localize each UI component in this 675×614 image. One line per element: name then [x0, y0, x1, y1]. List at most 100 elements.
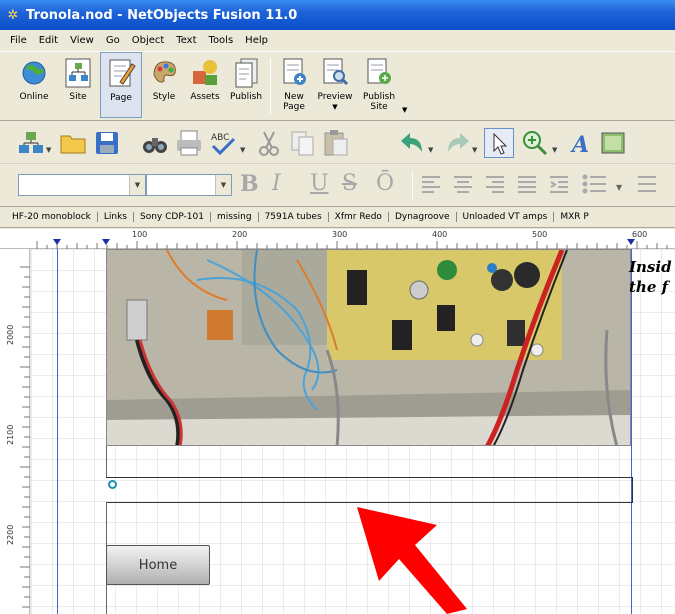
page-tab[interactable]: Links [98, 212, 134, 222]
menu-go[interactable]: Go [100, 33, 126, 48]
side-text-block[interactable]: Insid the f [629, 257, 672, 297]
menu-view[interactable]: View [64, 33, 100, 48]
ruler-label: 2000 [6, 324, 15, 345]
underline-button[interactable]: U [310, 171, 329, 196]
spellcheck-icon[interactable]: ABC [208, 128, 238, 158]
new-page-icon [279, 55, 309, 89]
strikethrough-button[interactable]: S [342, 171, 357, 196]
site-structure-icon [63, 55, 93, 89]
anchor-handle-icon[interactable] [108, 480, 117, 489]
menu-file[interactable]: File [4, 33, 33, 48]
menu-object[interactable]: Object [126, 33, 171, 48]
picture-tool-icon[interactable] [598, 128, 628, 158]
menu-tools[interactable]: Tools [203, 33, 240, 48]
format-separator [412, 171, 413, 199]
vertical-ruler-ticks [20, 266, 30, 608]
page-tab[interactable]: Dynagroove [389, 212, 457, 222]
paste-clipboard-icon[interactable] [320, 128, 350, 158]
bullet-list-icon [582, 174, 606, 194]
save-disk-icon[interactable] [92, 128, 122, 158]
bold-button[interactable]: B [240, 171, 259, 197]
page-tab[interactable]: MXR P [554, 212, 594, 222]
zoom-dropdown-arrow-icon[interactable]: ▼ [552, 146, 557, 154]
page-button[interactable]: Page [100, 52, 142, 118]
circuit-board-photo[interactable] [106, 249, 631, 446]
undo-dropdown-arrow-icon[interactable]: ▼ [428, 146, 433, 154]
horizontal-ruler[interactable]: 100 200 300 400 500 600 [0, 229, 675, 249]
new-page-label: New Page [283, 92, 305, 112]
toolbar-separator [270, 58, 271, 114]
text-tool-icon[interactable]: A [566, 128, 596, 158]
preview-magnifier-icon [320, 55, 350, 89]
menu-edit[interactable]: Edit [33, 33, 64, 48]
publish-button[interactable]: Publish [226, 52, 266, 118]
toolbar-overflow-arrow-icon[interactable]: ▼ [402, 106, 407, 114]
online-button[interactable]: Online [16, 52, 52, 118]
standard-toolbar: ▼ ABC ▼ ▼ ▼ ▼ A [0, 122, 675, 164]
open-folder-icon[interactable] [58, 128, 88, 158]
spellcheck-dropdown-arrow-icon[interactable]: ▼ [240, 146, 245, 154]
circuit-board-image [107, 250, 630, 445]
redo-dropdown-arrow-icon[interactable]: ▼ [472, 146, 477, 154]
align-right-icon [486, 176, 504, 193]
undo-arrow-icon[interactable] [398, 128, 428, 158]
find-binoculars-icon[interactable] [140, 128, 170, 158]
menu-help[interactable]: Help [239, 33, 274, 48]
page-layout-canvas[interactable]: Insid the f Home [31, 249, 675, 614]
new-dropdown-arrow-icon[interactable]: ▼ [46, 146, 51, 154]
style-combo[interactable]: ▼ [18, 174, 146, 196]
cut-scissors-icon[interactable] [254, 128, 284, 158]
preview-button[interactable]: Preview ▼ [314, 52, 356, 118]
online-label: Online [19, 92, 49, 102]
paragraph-align-icons[interactable]: ▼ [420, 174, 670, 196]
ruler-label: 500 [532, 230, 548, 239]
publish-site-button[interactable]: Publish Site [358, 52, 400, 118]
publish-site-label: Publish Site [362, 92, 396, 112]
style-combo-arrow-icon[interactable]: ▼ [129, 175, 145, 195]
print-icon[interactable] [174, 128, 204, 158]
page-tab[interactable]: Unloaded VT amps [457, 212, 555, 222]
preview-dropdown-arrow-icon[interactable]: ▼ [332, 102, 337, 112]
font-combo[interactable]: ▼ [146, 174, 232, 196]
window-title: Tronola.nod - NetObjects Fusion 11.0 [26, 7, 298, 23]
assets-button[interactable]: Assets [186, 52, 224, 118]
new-page-button[interactable]: New Page [276, 52, 312, 118]
site-button[interactable]: Site [62, 52, 94, 118]
page-tabs-bar: HF-20 monoblock Links Sony CDP-101 missi… [0, 206, 675, 228]
indent-icon [550, 176, 568, 193]
menu-bar: File Edit View Go Object Text Tools Help [0, 30, 675, 50]
align-left-icon [422, 176, 440, 193]
style-button[interactable]: Style [146, 52, 182, 118]
svg-text:A: A [570, 132, 589, 158]
vertical-ruler[interactable]: 2000 2100 2200 [0, 249, 30, 614]
page-pencil-icon [106, 56, 136, 90]
style-palette-icon [149, 55, 179, 89]
list-dropdown-arrow-icon: ▼ [616, 183, 623, 192]
ruler-label: 2200 [6, 524, 15, 545]
page-tab[interactable]: 7591A tubes [259, 212, 329, 222]
main-toolbar: Online Site Page Style Assets Publish Ne… [0, 51, 675, 121]
page-tab[interactable]: Sony CDP-101 [134, 212, 211, 222]
page-tab[interactable]: missing [211, 212, 259, 222]
left-indent-marker-icon [102, 239, 110, 245]
new-site-icon[interactable] [16, 128, 46, 158]
page-tab[interactable]: Xfmr Redo [329, 212, 389, 222]
assets-label: Assets [190, 92, 220, 102]
menu-text[interactable]: Text [170, 33, 202, 48]
selection-pointer-icon[interactable] [484, 128, 514, 158]
redo-arrow-icon[interactable] [442, 128, 472, 158]
page-tab[interactable]: HF-20 monoblock [6, 212, 98, 222]
copy-icon[interactable] [288, 128, 318, 158]
italic-button[interactable]: I [272, 171, 281, 196]
left-margin-guide [57, 249, 58, 614]
left-margin-marker-icon [53, 239, 61, 245]
home-nav-button[interactable]: Home [106, 545, 210, 585]
red-pointer-arrow-icon [357, 507, 467, 614]
zoom-magnifier-icon[interactable] [520, 128, 550, 158]
overline-button[interactable]: Ō [376, 171, 394, 196]
font-combo-arrow-icon[interactable]: ▼ [215, 175, 231, 195]
align-center-icon [454, 176, 472, 193]
publish-pages-icon [231, 55, 261, 89]
frame-border [106, 446, 107, 477]
right-margin-marker-icon [627, 239, 635, 245]
